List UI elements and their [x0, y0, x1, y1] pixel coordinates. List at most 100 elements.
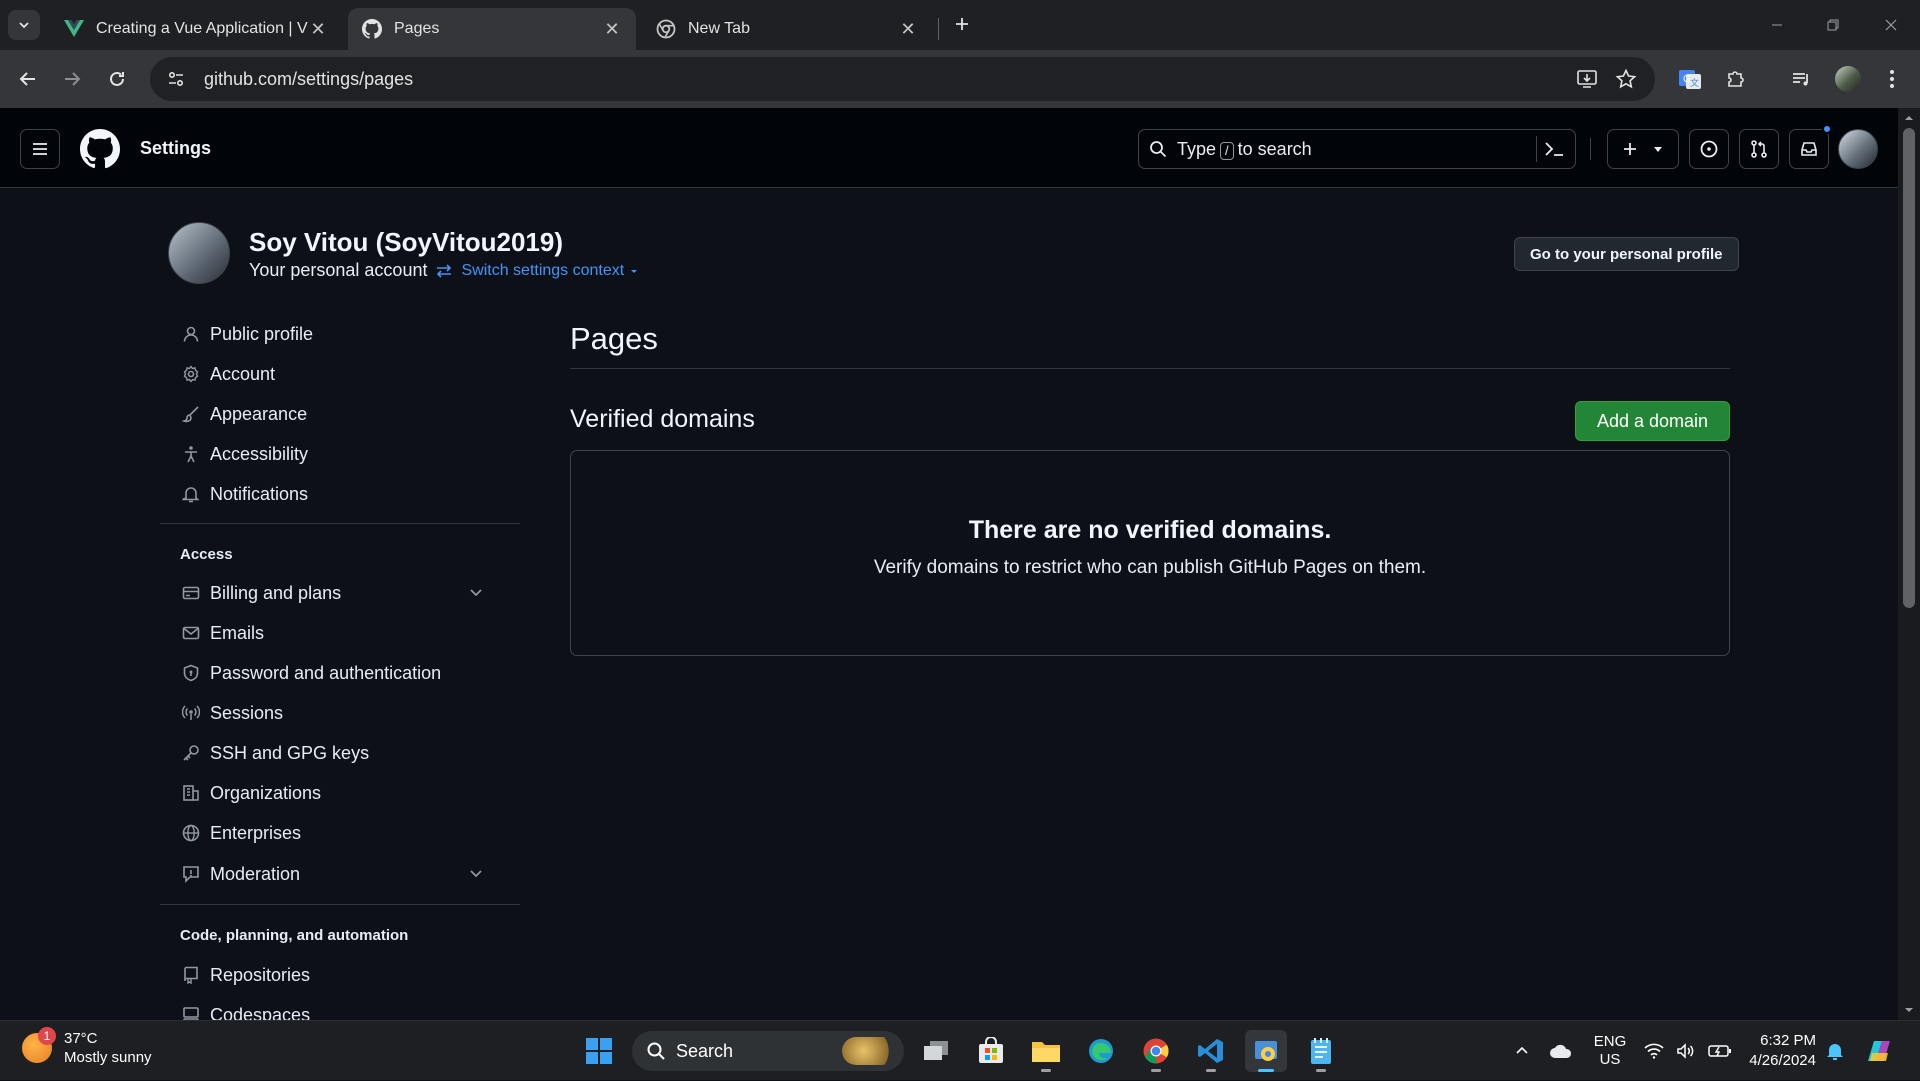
pull-requests-button[interactable]	[1739, 129, 1779, 169]
taskbar-app-notepad[interactable]	[1300, 1030, 1342, 1072]
running-indicator	[1316, 1069, 1326, 1072]
close-icon[interactable]: ✕	[308, 19, 328, 39]
taskbar-app-file-explorer[interactable]	[1025, 1030, 1067, 1072]
input-language-button[interactable]: ENG US	[1592, 1021, 1628, 1081]
search-prefix: Type	[1177, 138, 1217, 159]
search-icon	[647, 1042, 665, 1060]
close-icon[interactable]: ✕	[602, 19, 622, 39]
url-text[interactable]: github.com/settings/pages	[204, 69, 413, 90]
system-clock[interactable]: 6:32 PM 4/26/2024	[1740, 1031, 1816, 1071]
paintbrush-icon	[180, 403, 202, 425]
command-palette-icon[interactable]	[1543, 139, 1565, 159]
create-new-button[interactable]	[1607, 129, 1679, 169]
page-context-title[interactable]: Settings	[140, 138, 211, 159]
taskbar-app-task-view[interactable]	[915, 1030, 957, 1072]
github-logo-icon[interactable]	[80, 129, 120, 169]
quick-settings-button[interactable]	[1644, 1021, 1732, 1081]
tab-search-button[interactable]	[8, 10, 40, 40]
start-button[interactable]	[578, 1030, 620, 1072]
sidebar-item-enterprises[interactable]: Enterprises	[180, 815, 500, 851]
scroll-up-arrow-icon[interactable]	[1898, 111, 1920, 125]
taskbar-app-store[interactable]	[970, 1030, 1012, 1072]
forward-button[interactable]	[56, 63, 88, 95]
tab-pages[interactable]: Pages ✕	[348, 8, 636, 50]
taskbar-search-box[interactable]: Search	[632, 1031, 904, 1071]
close-window-button[interactable]	[1876, 10, 1906, 40]
bookmark-star-icon[interactable]	[1612, 65, 1640, 93]
sidebar-item-notifications[interactable]: Notifications	[180, 476, 500, 512]
wifi-icon	[1644, 1043, 1664, 1059]
chevron-down-icon[interactable]	[468, 865, 484, 881]
organization-icon	[180, 782, 202, 804]
sidebar-item-moderation[interactable]: Moderation	[180, 856, 500, 892]
back-button[interactable]	[12, 63, 44, 95]
site-info-icon[interactable]	[162, 65, 190, 93]
battery-charging-icon	[1708, 1045, 1731, 1057]
issues-button[interactable]	[1689, 129, 1729, 169]
chevron-down-icon[interactable]	[468, 584, 484, 600]
profile-avatar-button[interactable]	[1832, 63, 1864, 95]
sidebar-item-accessibility[interactable]: Accessibility	[180, 436, 500, 472]
taskbar-app-chrome[interactable]	[1135, 1030, 1177, 1072]
bell-icon	[180, 483, 202, 505]
chevron-up-icon	[1516, 1046, 1528, 1054]
show-hidden-icons-button[interactable]	[1512, 1021, 1532, 1081]
credit-card-icon	[180, 582, 202, 604]
weather-temperature: 37°C	[64, 1030, 98, 1047]
running-indicator	[1041, 1069, 1051, 1072]
repo-icon	[180, 964, 202, 986]
page-scrollbar[interactable]	[1898, 108, 1920, 1020]
add-domain-button[interactable]: Add a domain	[1575, 401, 1730, 441]
tab-new-tab[interactable]: New Tab ✕	[642, 8, 932, 50]
sidebar-item-emails[interactable]: Emails	[180, 615, 500, 651]
notification-center-button[interactable]	[1824, 1021, 1846, 1081]
sidebar-item-codespaces[interactable]: Codespaces	[180, 997, 500, 1020]
reload-button[interactable]	[101, 63, 133, 95]
copilot-icon	[1868, 1041, 1890, 1061]
divider	[1536, 136, 1537, 162]
new-tab-button[interactable]	[950, 12, 974, 36]
scrollbar-thumb[interactable]	[1903, 128, 1915, 608]
restore-button[interactable]	[1818, 10, 1848, 40]
sidebar-item-public-profile[interactable]: Public profile	[180, 316, 500, 352]
taskbar-app-vscode[interactable]	[1190, 1030, 1232, 1072]
extensions-button[interactable]	[1720, 63, 1752, 95]
sidebar-item-ssh-gpg-keys[interactable]: SSH and GPG keys	[180, 735, 500, 771]
close-icon[interactable]: ✕	[898, 19, 918, 39]
sidebar-item-account[interactable]: Account	[180, 356, 500, 392]
user-avatar[interactable]	[1838, 129, 1878, 169]
sidebar-item-sessions[interactable]: Sessions	[180, 695, 500, 731]
broadcast-icon	[180, 702, 202, 724]
taskbar-app-edge[interactable]	[1080, 1030, 1122, 1072]
copilot-button[interactable]	[1862, 1021, 1896, 1081]
sidebar-item-organizations[interactable]: Organizations	[180, 775, 500, 811]
minimize-button[interactable]	[1762, 10, 1792, 40]
running-indicator	[1151, 1069, 1161, 1072]
browser-menu-button[interactable]	[1876, 63, 1908, 95]
browser-tab-strip: Creating a Vue Application | Vu ✕ Pages …	[0, 0, 1920, 50]
notifications-button[interactable]	[1789, 124, 1832, 169]
media-controls-button[interactable]	[1785, 63, 1817, 95]
sidebar-item-appearance[interactable]: Appearance	[180, 396, 500, 432]
go-to-profile-button[interactable]: Go to your personal profile	[1514, 237, 1739, 271]
scroll-down-arrow-icon[interactable]	[1898, 1003, 1920, 1017]
sidebar-item-billing[interactable]: Billing and plans	[180, 575, 500, 611]
hamburger-icon	[33, 143, 47, 155]
google-translate-button[interactable]: G文	[1674, 63, 1706, 95]
address-bar[interactable]: github.com/settings/pages	[150, 57, 1655, 101]
sidebar-item-repositories[interactable]: Repositories	[180, 957, 500, 993]
weather-widget[interactable]: 1 37°C Mostly sunny	[22, 1027, 152, 1067]
tab-vue[interactable]: Creating a Vue Application | Vu ✕	[50, 8, 342, 50]
cloud-icon	[1550, 1044, 1572, 1058]
taskbar-app-chrome-profile[interactable]	[1245, 1030, 1287, 1072]
chrome-icon	[656, 19, 676, 39]
puzzle-icon	[1728, 71, 1744, 87]
sidebar-item-password-authentication[interactable]: Password and authentication	[180, 655, 500, 691]
open-global-nav-button[interactable]	[20, 129, 60, 169]
page-title: Pages	[570, 321, 658, 356]
language-code: ENG	[1593, 1033, 1627, 1050]
divider	[1590, 138, 1591, 160]
search-input[interactable]: Type / to search	[1138, 129, 1576, 169]
install-app-icon[interactable]	[1573, 65, 1601, 93]
onedrive-tray-button[interactable]	[1548, 1021, 1574, 1081]
